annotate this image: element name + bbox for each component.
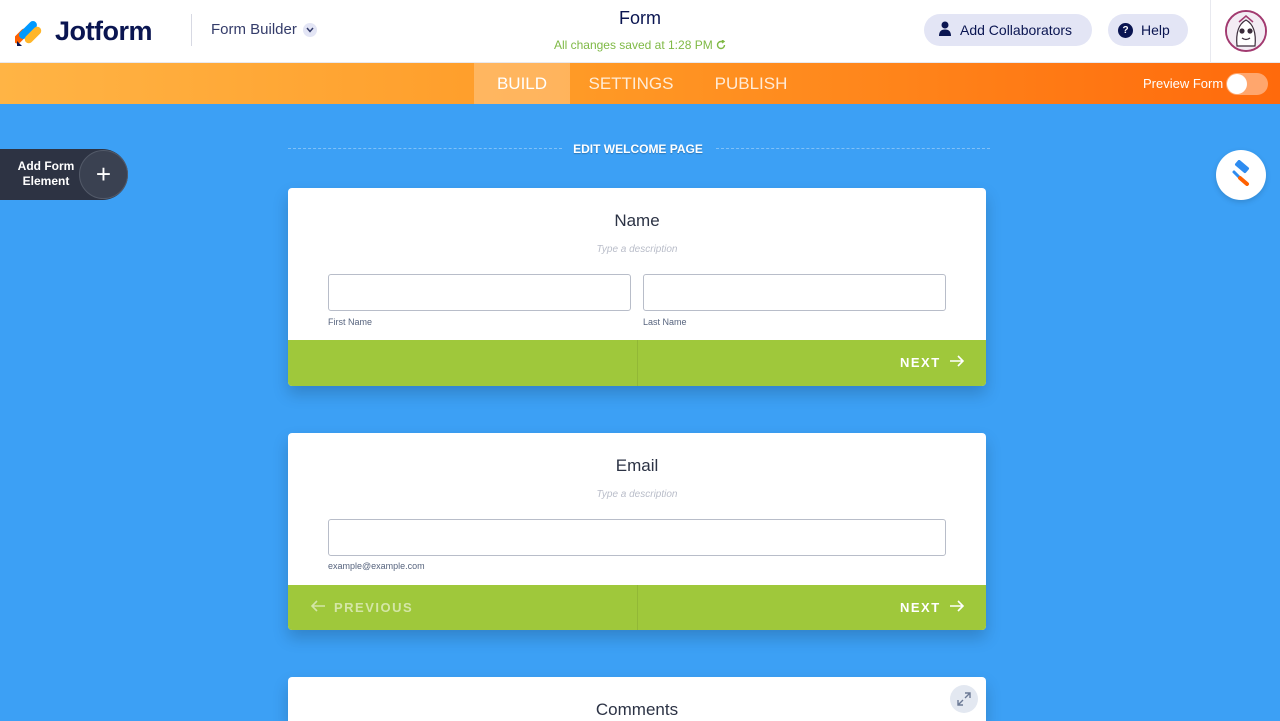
footer-divider	[637, 585, 638, 630]
first-name-input[interactable]	[328, 274, 631, 311]
user-avatar[interactable]	[1225, 10, 1267, 52]
form-designer-button[interactable]	[1216, 150, 1266, 200]
tab-settings[interactable]: SETTINGS	[578, 63, 684, 104]
email-question-title[interactable]: Email	[288, 456, 986, 476]
last-name-sublabel: Last Name	[643, 317, 687, 327]
help-label: Help	[1141, 22, 1170, 38]
previous-button[interactable]: PREVIOUS	[310, 585, 413, 630]
email-card-footer: PREVIOUS NEXT	[288, 585, 986, 630]
name-question-title[interactable]: Name	[288, 211, 986, 231]
refresh-icon[interactable]	[716, 38, 726, 52]
save-status: All changes saved at 1:28 PM	[500, 38, 780, 52]
next-button[interactable]: NEXT	[900, 585, 965, 630]
name-question-card[interactable]: Name Type a description First Name Last …	[288, 188, 986, 386]
name-card-footer: NEXT	[288, 340, 986, 386]
preview-form-toggle[interactable]	[1226, 73, 1268, 95]
email-description[interactable]: Type a description	[288, 489, 986, 500]
jotform-logo[interactable]: Jotform	[13, 16, 153, 47]
arrow-left-icon	[310, 585, 326, 630]
email-question-card[interactable]: Email Type a description example@example…	[288, 433, 986, 630]
preview-form-label: Preview Form	[1143, 76, 1224, 91]
add-form-element-button[interactable]: Add Form Element +	[0, 149, 128, 200]
edit-welcome-page[interactable]: EDIT WELCOME PAGE	[288, 140, 990, 158]
first-name-sublabel: First Name	[328, 317, 373, 327]
chevron-down-icon	[302, 22, 317, 37]
help-button[interactable]: ? Help	[1108, 14, 1188, 46]
add-collaborators-label: Add Collaborators	[960, 22, 1073, 38]
email-field[interactable]	[328, 519, 946, 556]
previous-label: PREVIOUS	[334, 600, 414, 615]
add-collaborators-button[interactable]: Add Collaborators	[924, 14, 1092, 46]
next-label: NEXT	[900, 600, 941, 615]
plus-icon: +	[79, 150, 128, 199]
builder-tabbar: BUILD SETTINGS PUBLISH Preview Form	[0, 63, 1280, 104]
comments-question-card[interactable]: Comments	[288, 677, 986, 721]
tab-build[interactable]: BUILD	[474, 63, 570, 104]
toggle-knob	[1227, 74, 1247, 94]
name-description[interactable]: Type a description	[288, 244, 986, 255]
arrow-right-icon	[949, 340, 965, 386]
comments-question-title[interactable]: Comments	[288, 700, 986, 720]
form-title[interactable]: Form	[540, 8, 740, 29]
header-divider	[191, 14, 192, 46]
top-header: Jotform Form Builder Form All changes sa…	[0, 0, 1280, 63]
jotform-logo-icon	[13, 17, 43, 46]
last-name-input[interactable]	[643, 274, 946, 311]
user-icon	[938, 21, 952, 39]
email-sublabel: example@example.com	[328, 561, 425, 571]
help-circle-icon: ?	[1118, 22, 1133, 38]
edit-welcome-page-label: EDIT WELCOME PAGE	[573, 142, 703, 156]
next-label: NEXT	[900, 355, 941, 370]
next-button[interactable]: NEXT	[900, 340, 965, 386]
brand-name: Jotform	[55, 16, 153, 46]
header-divider	[1210, 0, 1211, 63]
arrow-right-icon	[949, 585, 965, 630]
expand-icon[interactable]	[950, 685, 978, 713]
add-form-element-label: Add Form Element	[17, 159, 75, 188]
form-builder-dropdown[interactable]: Form Builder	[211, 21, 317, 38]
save-status-text: All changes saved at 1:28 PM	[553, 38, 713, 52]
tab-publish[interactable]: PUBLISH	[700, 63, 802, 104]
footer-divider	[637, 340, 638, 386]
form-builder-label: Form Builder	[211, 21, 297, 38]
paint-roller-icon	[1228, 159, 1254, 191]
